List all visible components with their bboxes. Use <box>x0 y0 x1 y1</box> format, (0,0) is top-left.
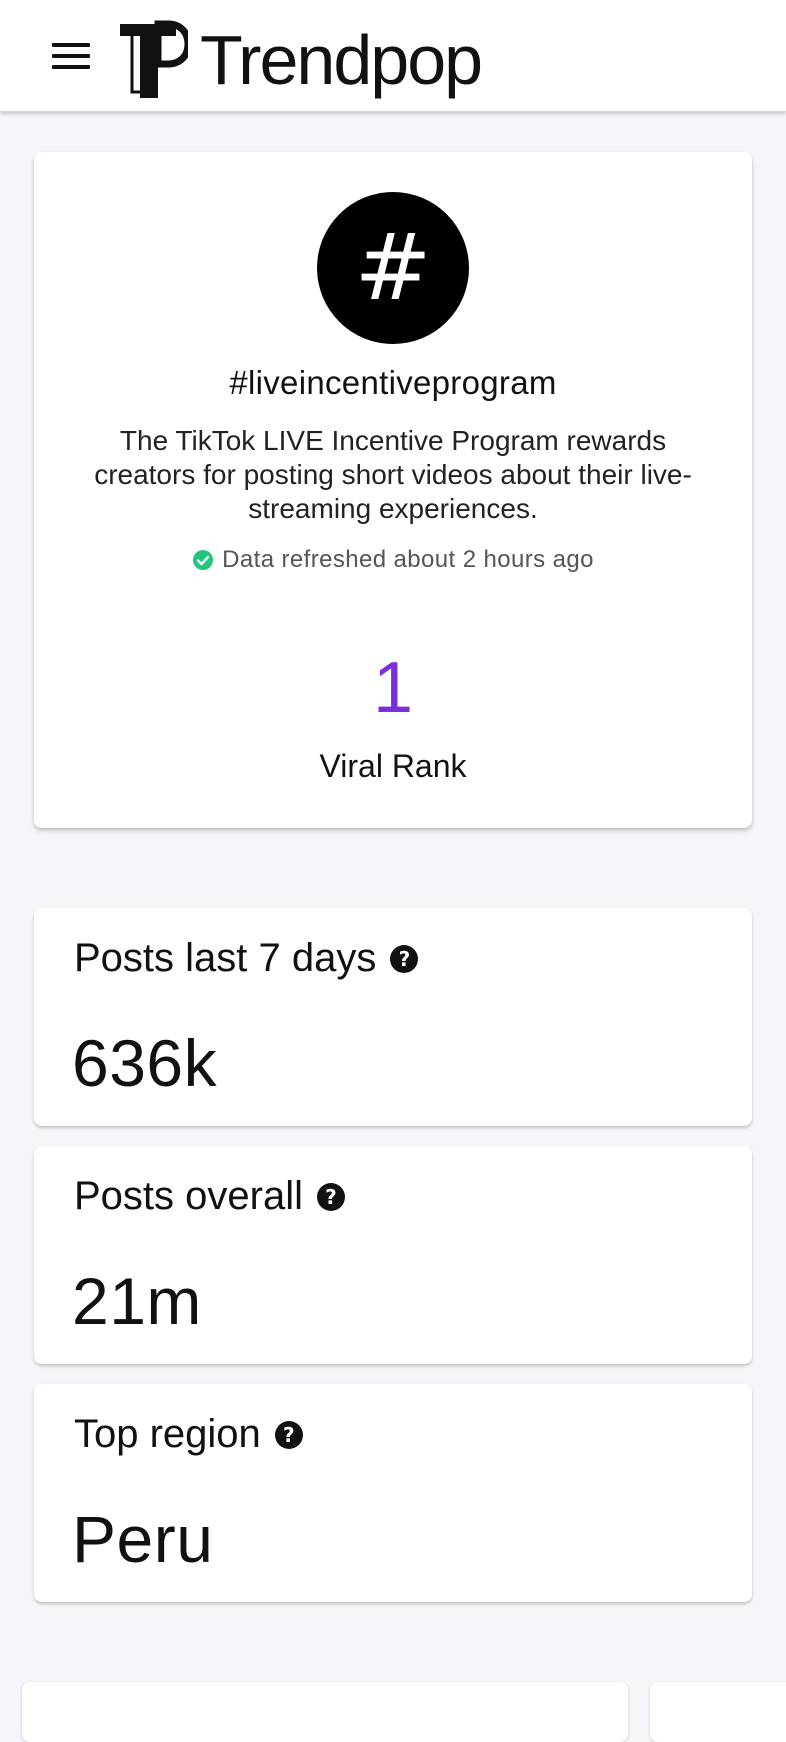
viral-rank-label: Viral Rank <box>319 748 467 784</box>
hamburger-menu-icon[interactable] <box>46 36 98 76</box>
help-circle-icon[interactable]: ? <box>390 944 419 973</box>
stat-label-row: Posts last 7 days ? <box>74 936 419 981</box>
menu-bar-bottom <box>52 65 90 69</box>
refresh-status-text: Data refreshed about 2 hours ago <box>222 546 594 573</box>
next-card-partial-right <box>650 1682 786 1742</box>
menu-bar-middle <box>52 54 90 58</box>
next-card-partial <box>22 1682 628 1742</box>
hashtag-icon: # <box>317 192 469 344</box>
stat-value: 21m <box>72 1264 202 1338</box>
brand-logo-link[interactable]: Trendpop <box>118 20 483 100</box>
stat-value: 636k <box>72 1026 218 1100</box>
hashtag-description: The TikTok LIVE Incentive Program reward… <box>94 425 692 524</box>
hashtag-title: #liveincentiveprogram <box>229 364 557 401</box>
menu-bar-top <box>52 43 90 47</box>
hashtag-summary-card: # #liveincentiveprogram The TikTok LIVE … <box>34 152 752 828</box>
top-app-bar: Trendpop <box>0 0 786 112</box>
brand-name: Trendpop <box>200 21 483 99</box>
data-refresh-status: Data refreshed about 2 hours ago <box>34 546 752 574</box>
trendpop-logo-icon <box>120 20 188 98</box>
stat-card-posts-overall: Posts overall ? 21m <box>34 1146 752 1364</box>
stat-label: Posts last 7 days <box>74 936 377 980</box>
stat-label: Top region <box>74 1412 261 1456</box>
stat-card-top-region: Top region ? Peru <box>34 1384 752 1602</box>
stat-value: Peru <box>72 1502 214 1576</box>
help-circle-icon[interactable]: ? <box>316 1182 345 1211</box>
stat-label-row: Posts overall ? <box>74 1174 345 1219</box>
check-circle-icon <box>193 550 214 570</box>
stat-card-posts-last-7-days: Posts last 7 days ? 636k <box>34 908 752 1126</box>
help-circle-icon[interactable]: ? <box>274 1420 303 1449</box>
stat-label-row: Top region ? <box>74 1412 303 1457</box>
stat-label: Posts overall <box>74 1174 303 1218</box>
viral-rank-value: 1 <box>372 648 414 728</box>
